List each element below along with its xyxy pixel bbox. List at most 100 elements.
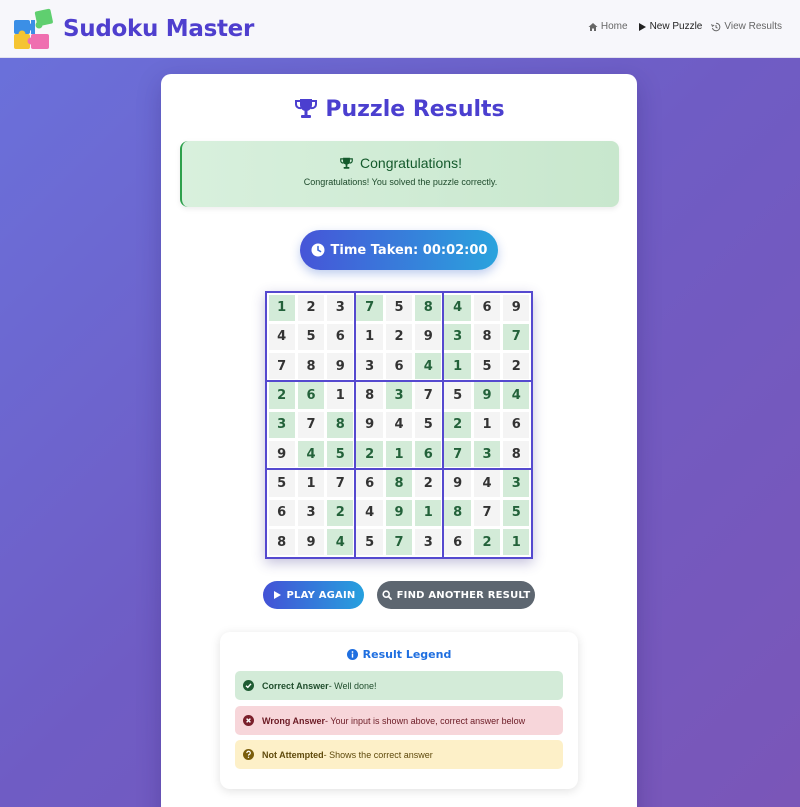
play-icon <box>638 22 646 31</box>
check-circle-icon <box>243 680 254 691</box>
find-another-result-button[interactable]: FIND ANOTHER RESULT <box>377 581 535 609</box>
sudoku-cell: 1 <box>473 411 501 439</box>
sudoku-cell: 6 <box>385 353 413 380</box>
alert-message: Congratulations! You solved the puzzle c… <box>303 177 498 187</box>
sudoku-cell: 7 <box>385 529 413 556</box>
sudoku-cell: 5 <box>268 470 295 497</box>
sudoku-cell: 7 <box>268 353 295 380</box>
nav-home[interactable]: Home <box>588 21 628 32</box>
sudoku-cell: 2 <box>268 382 295 409</box>
sudoku-cell: 6 <box>297 382 325 409</box>
sudoku-cell: 8 <box>503 441 530 468</box>
sudoku-cell: 3 <box>356 353 383 380</box>
find-another-label: FIND ANOTHER RESULT <box>396 589 531 601</box>
sudoku-cell: 8 <box>385 470 413 497</box>
box-divider-vertical <box>353 293 356 557</box>
play-again-button[interactable]: PLAY AGAIN <box>263 581 364 609</box>
box-divider-vertical <box>441 293 444 557</box>
sudoku-cell: 6 <box>444 529 471 556</box>
sudoku-cell: 4 <box>327 529 354 556</box>
sudoku-cell: 6 <box>503 411 530 439</box>
sudoku-cell: 5 <box>297 323 325 351</box>
result-legend: Result Legend Correct Answer - Well done… <box>220 632 578 789</box>
sudoku-cell: 4 <box>385 411 413 439</box>
sudoku-cell: 1 <box>268 294 295 321</box>
page-title: Puzzle Results <box>161 96 637 122</box>
trophy-icon <box>295 99 318 118</box>
box-divider-horizontal <box>267 379 531 382</box>
sudoku-cell: 2 <box>503 353 530 380</box>
nav-view-results[interactable]: View Results <box>711 21 782 32</box>
sudoku-board: 1237584694561293877893641522618375943789… <box>265 291 533 559</box>
sudoku-cell: 8 <box>415 294 442 321</box>
sudoku-cell: 7 <box>444 441 471 468</box>
sudoku-cell: 9 <box>415 323 442 351</box>
sudoku-cell: 7 <box>503 323 530 351</box>
sudoku-cell: 9 <box>444 470 471 497</box>
play-again-label: PLAY AGAIN <box>286 589 356 601</box>
sudoku-cell: 1 <box>444 353 471 380</box>
legend-wrong: Wrong Answer - Your input is shown above… <box>235 706 563 735</box>
sudoku-cell: 9 <box>327 353 354 380</box>
legend-na-desc: - Shows the correct answer <box>323 749 433 760</box>
sudoku-cell: 8 <box>473 323 501 351</box>
sudoku-cell: 1 <box>297 470 325 497</box>
sudoku-cell: 2 <box>385 323 413 351</box>
nav-view-results-label: View Results <box>724 21 782 32</box>
legend-not-attempted: Not Attempted - Shows the correct answer <box>235 740 563 769</box>
box-divider-horizontal <box>267 467 531 470</box>
legend-wrong-label: Wrong Answer <box>262 715 326 726</box>
sudoku-cell: 1 <box>415 499 442 527</box>
sudoku-cell: 3 <box>444 323 471 351</box>
legend-wrong-desc: - Your input is shown above, correct ans… <box>325 715 526 726</box>
success-alert: Congratulations! Congratulations! You so… <box>180 141 619 207</box>
sudoku-cell: 3 <box>385 382 413 409</box>
trophy-icon <box>340 157 353 169</box>
nav-new-puzzle[interactable]: New Puzzle <box>637 21 702 32</box>
search-icon <box>382 590 392 600</box>
puzzle-pieces-icon <box>14 8 53 49</box>
sudoku-cell: 3 <box>327 294 354 321</box>
sudoku-cell: 4 <box>297 441 325 468</box>
sudoku-cell: 2 <box>327 499 354 527</box>
sudoku-cell: 8 <box>444 499 471 527</box>
sudoku-cell: 1 <box>503 529 530 556</box>
sudoku-cell: 5 <box>385 294 413 321</box>
results-card: Puzzle Results Congratulations! Congratu… <box>161 74 637 807</box>
sudoku-cell: 5 <box>327 441 354 468</box>
legend-correct-label: Correct Answer <box>262 680 329 691</box>
sudoku-cell: 7 <box>415 382 442 409</box>
sudoku-cell: 6 <box>356 470 383 497</box>
sudoku-cell: 2 <box>415 470 442 497</box>
sudoku-cell: 5 <box>356 529 383 556</box>
clock-icon <box>311 243 325 257</box>
sudoku-cell: 3 <box>415 529 442 556</box>
legend-title-text: Result Legend <box>362 648 452 661</box>
question-circle-icon <box>243 749 254 760</box>
sudoku-cell: 8 <box>356 382 383 409</box>
sudoku-cell: 7 <box>356 294 383 321</box>
sudoku-cell: 2 <box>444 411 471 439</box>
sudoku-cell: 3 <box>503 470 530 497</box>
sudoku-cell: 6 <box>415 441 442 468</box>
sudoku-cell: 5 <box>444 382 471 409</box>
sudoku-cell: 7 <box>473 499 501 527</box>
sudoku-cell: 4 <box>268 323 295 351</box>
nav-links: Home New Puzzle View Results <box>588 21 782 32</box>
sudoku-cell: 1 <box>385 441 413 468</box>
legend-na-label: Not Attempted <box>262 749 324 760</box>
sudoku-cell: 3 <box>268 411 295 439</box>
legend-correct-desc: - Well done! <box>328 680 377 691</box>
alert-title: Congratulations! <box>182 155 619 171</box>
info-icon <box>346 649 358 660</box>
sudoku-cell: 4 <box>444 294 471 321</box>
brand[interactable]: Sudoku Master <box>12 6 254 52</box>
sudoku-cell: 8 <box>268 529 295 556</box>
history-icon <box>711 22 721 31</box>
time-taken-text: Time Taken: 00:02:00 <box>330 242 488 258</box>
sudoku-cell: 2 <box>297 294 325 321</box>
x-circle-icon <box>243 715 254 726</box>
sudoku-cell: 7 <box>297 411 325 439</box>
page-title-text: Puzzle Results <box>325 96 505 122</box>
sudoku-cell: 6 <box>473 294 501 321</box>
